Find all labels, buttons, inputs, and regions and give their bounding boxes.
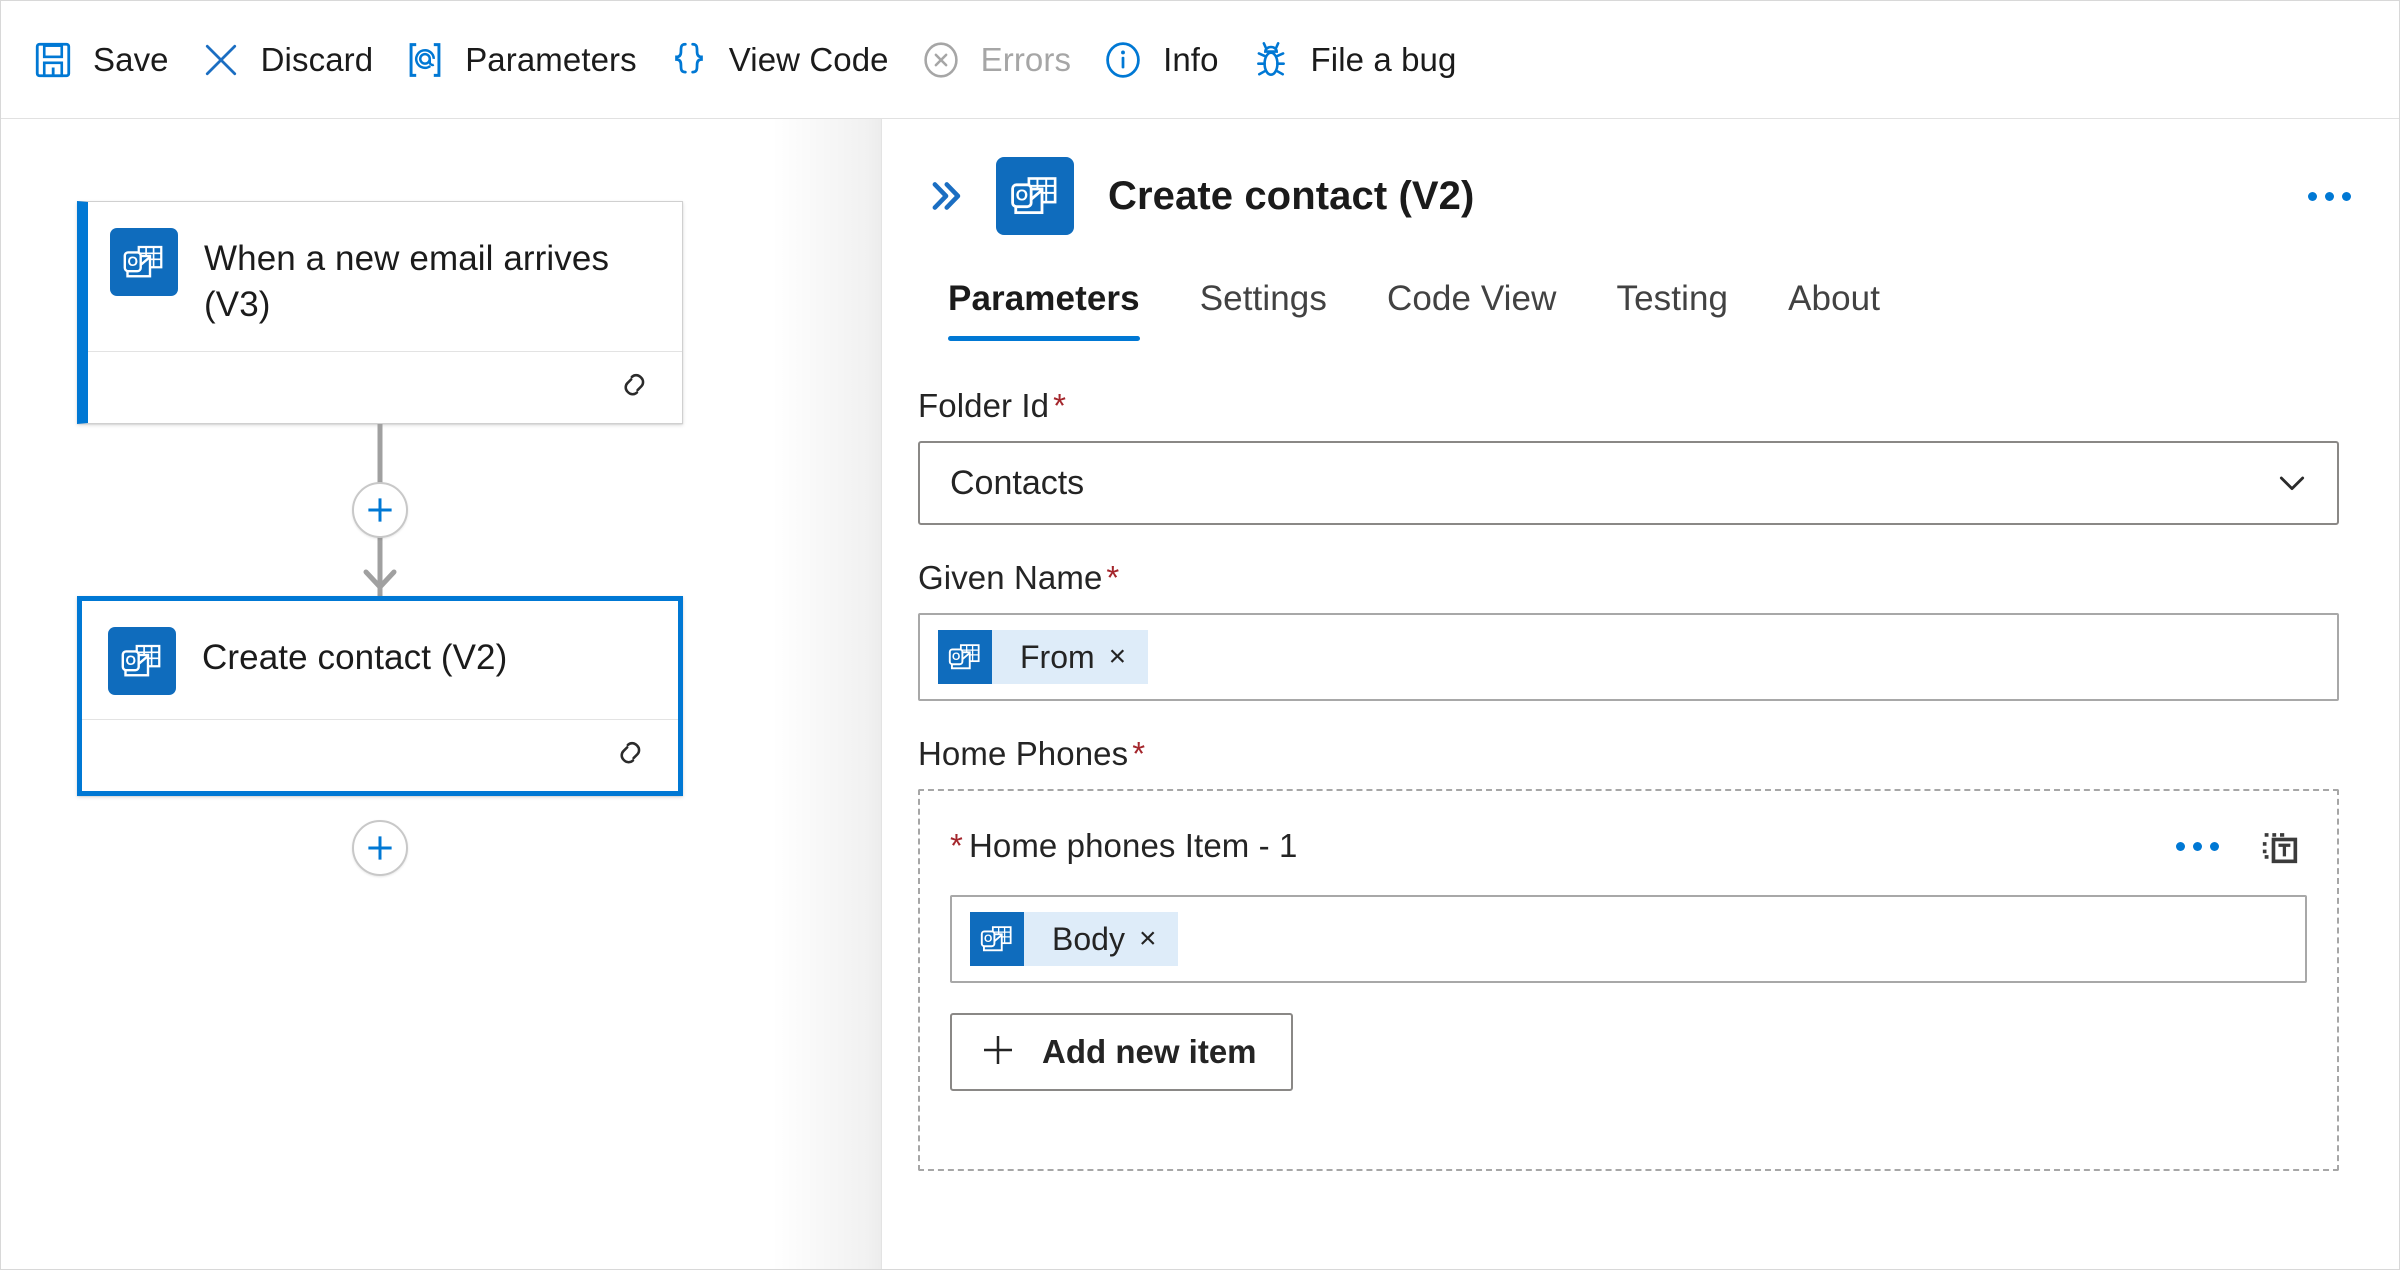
add-action-button[interactable] xyxy=(352,820,408,876)
chevron-down-icon[interactable] xyxy=(2269,460,2315,506)
token-label: Body xyxy=(1052,920,1125,957)
parameters-form: Folder Id * Contacts Given Name * O From… xyxy=(882,341,2399,1171)
tab-code-view[interactable]: Code View xyxy=(1357,269,1587,341)
given-name-input[interactable]: O From × xyxy=(918,613,2339,701)
info-icon xyxy=(1101,38,1145,82)
more-horizontal-icon[interactable] xyxy=(2297,164,2361,228)
remove-token-icon[interactable]: × xyxy=(1131,924,1179,954)
workflow-node-action[interactable]: O Create contact (V2) xyxy=(77,596,683,796)
required-marker: * xyxy=(1053,387,1067,424)
link-icon[interactable] xyxy=(610,732,652,779)
svg-text:O: O xyxy=(984,933,992,945)
bug-icon xyxy=(1249,38,1293,82)
link-icon[interactable] xyxy=(614,364,656,411)
workflow-tail xyxy=(77,796,683,906)
home-phones-label: Home Phones * xyxy=(918,735,2339,773)
folder-id-combobox[interactable]: Contacts xyxy=(918,441,2339,525)
plus-icon xyxy=(978,1030,1018,1075)
panel-tabs: Parameters Settings Code View Testing Ab… xyxy=(882,235,2399,341)
node-title: Create contact (V2) xyxy=(202,638,508,677)
node-footer xyxy=(88,351,682,423)
workflow-graph: O When a new email arrives (V3) O Create… xyxy=(77,201,683,906)
home-phones-array-container: * Home phones Item - 1 O Body × Add new … xyxy=(918,789,2339,1171)
tab-testing[interactable]: Testing xyxy=(1587,269,1759,341)
home-phones-label-text: Home Phones xyxy=(918,735,1129,772)
remove-token-icon[interactable]: × xyxy=(1101,642,1149,672)
logic-app-designer: Save Discard Parameters View Code Errors… xyxy=(0,0,2400,1270)
field-folder-id: Folder Id * Contacts xyxy=(918,387,2339,525)
connector-arrowhead xyxy=(363,569,397,596)
tab-about[interactable]: About xyxy=(1758,269,1910,341)
designer-toolbar: Save Discard Parameters View Code Errors… xyxy=(1,1,2399,119)
save-label: Save xyxy=(93,40,169,78)
save-icon xyxy=(31,38,75,82)
folder-id-label-text: Folder Id xyxy=(918,387,1050,424)
token-label: From xyxy=(1020,638,1095,675)
view-code-icon xyxy=(667,38,711,82)
parameters-button[interactable]: Parameters xyxy=(395,20,659,100)
view-code-label: View Code xyxy=(728,40,889,78)
file-a-bug-label: File a bug xyxy=(1310,40,1457,78)
dynamic-content-token[interactable]: O Body × xyxy=(970,912,1179,966)
workflow-connector xyxy=(77,424,683,596)
errors-button[interactable]: Errors xyxy=(911,20,1093,100)
discard-icon xyxy=(199,38,243,82)
node-header: O Create contact (V2) xyxy=(82,601,678,719)
folder-id-value: Contacts xyxy=(950,463,1085,502)
canvas-edge-shadow xyxy=(771,119,881,1269)
panel-header: O Create contact (V2) xyxy=(882,119,2399,235)
file-a-bug-button[interactable]: File a bug xyxy=(1241,20,1479,100)
node-footer xyxy=(82,719,678,791)
dynamic-content-token[interactable]: O From × xyxy=(938,630,1149,684)
array-item-label: * Home phones Item - 1 xyxy=(950,827,2167,865)
errors-icon xyxy=(919,38,963,82)
required-marker: * xyxy=(950,827,963,864)
array-item-header: * Home phones Item - 1 xyxy=(950,819,2307,873)
page-title: Create contact (V2) xyxy=(1108,173,1475,218)
home-phones-item-input[interactable]: O Body × xyxy=(950,895,2307,983)
outlook-icon: O xyxy=(970,912,1024,966)
save-button[interactable]: Save xyxy=(23,20,191,100)
parameters-icon xyxy=(403,38,447,82)
outlook-icon: O xyxy=(108,627,176,695)
info-button[interactable]: Info xyxy=(1093,20,1240,100)
field-home-phones: Home Phones * * Home phones Item - 1 O B… xyxy=(918,735,2339,1171)
designer-body: O When a new email arrives (V3) O Create… xyxy=(1,119,2399,1269)
given-name-label-text: Given Name xyxy=(918,559,1103,596)
tab-settings[interactable]: Settings xyxy=(1170,269,1357,341)
text-mode-icon[interactable] xyxy=(2253,819,2307,873)
tab-parameters[interactable]: Parameters xyxy=(918,269,1170,341)
discard-label: Discard xyxy=(260,40,374,78)
node-title: When a new email arrives (V3) xyxy=(204,239,610,324)
svg-text:O: O xyxy=(125,653,136,668)
svg-text:O: O xyxy=(127,254,138,269)
outlook-icon: O xyxy=(996,157,1074,235)
required-marker: * xyxy=(1106,559,1120,596)
array-item-label-text: Home phones Item - 1 xyxy=(968,827,1298,864)
workflow-node-trigger[interactable]: O When a new email arrives (V3) xyxy=(77,201,683,424)
folder-id-label: Folder Id * xyxy=(918,387,2339,425)
svg-text:O: O xyxy=(1016,188,1028,205)
chevron-double-right-icon[interactable] xyxy=(918,169,972,223)
field-given-name: Given Name * O From × xyxy=(918,559,2339,701)
add-new-item-label: Add new item xyxy=(1042,1033,1257,1070)
view-code-button[interactable]: View Code xyxy=(659,20,911,100)
workflow-canvas[interactable]: O When a new email arrives (V3) O Create… xyxy=(1,119,881,1269)
svg-text:O: O xyxy=(952,651,960,663)
info-label: Info xyxy=(1163,40,1219,78)
node-header: O When a new email arrives (V3) xyxy=(88,202,682,351)
add-new-item-button[interactable]: Add new item xyxy=(950,1013,1293,1091)
discard-button[interactable]: Discard xyxy=(191,20,396,100)
outlook-icon: O xyxy=(110,228,178,296)
action-details-panel: O Create contact (V2) Parameters Setting… xyxy=(881,119,2399,1269)
required-marker: * xyxy=(1132,735,1146,772)
more-horizontal-icon[interactable] xyxy=(2167,820,2227,872)
insert-action-button[interactable] xyxy=(352,482,408,538)
given-name-label: Given Name * xyxy=(918,559,2339,597)
errors-label: Errors xyxy=(980,40,1072,78)
outlook-icon: O xyxy=(938,630,992,684)
parameters-label: Parameters xyxy=(465,40,637,78)
